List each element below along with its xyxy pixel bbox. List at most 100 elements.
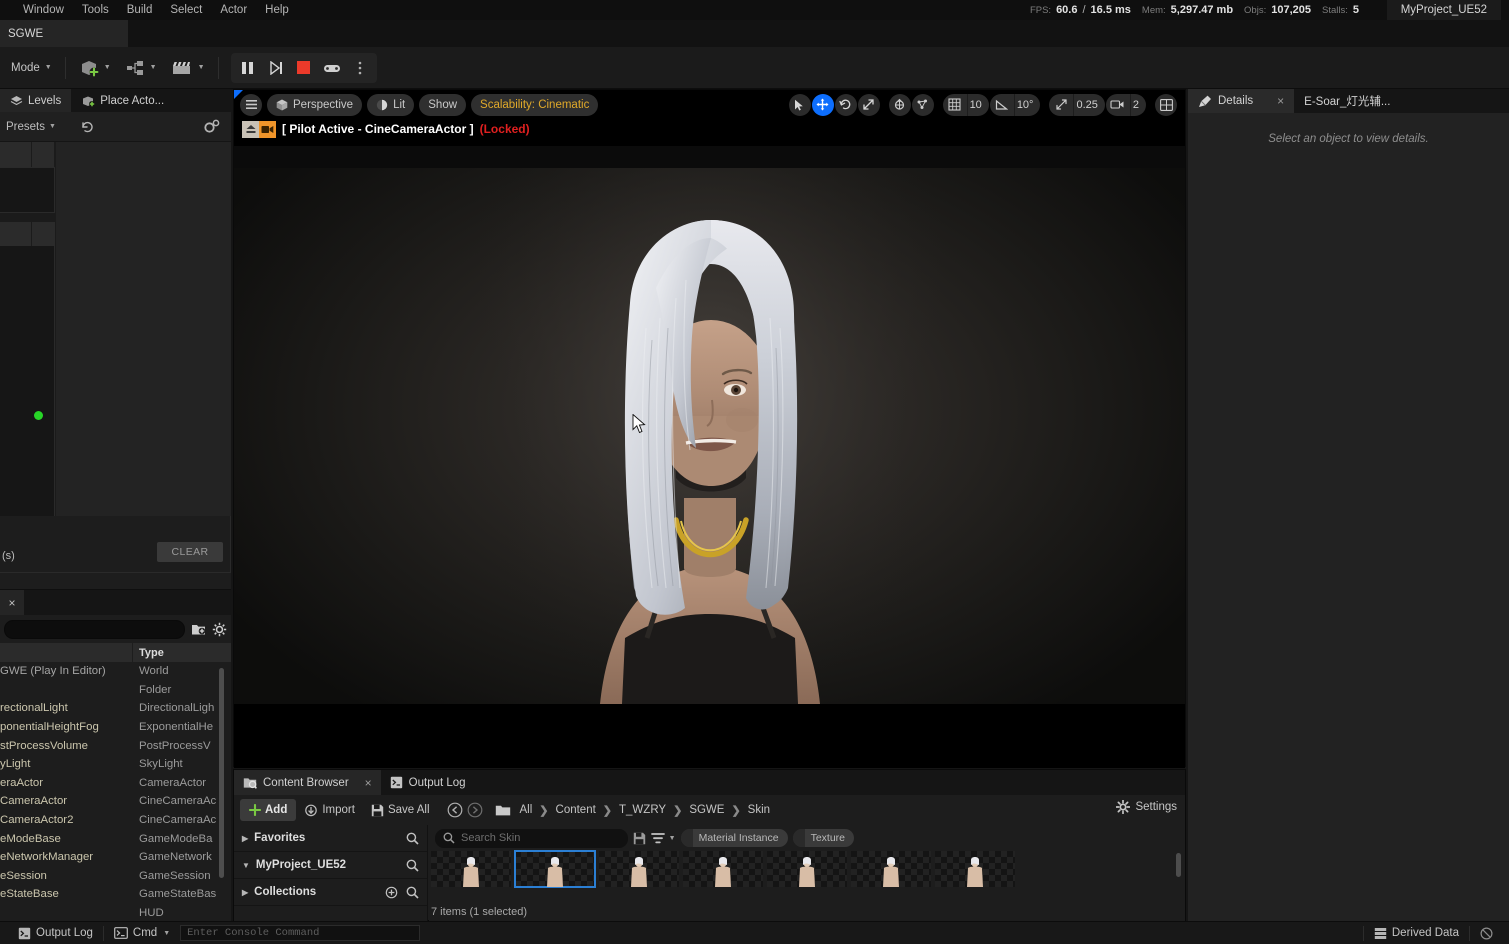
search-icon[interactable]: [406, 832, 419, 845]
asset-thumbnail[interactable]: [683, 851, 763, 887]
outliner-row[interactable]: CameraActor2 CineCameraAc: [0, 811, 231, 830]
outliner-row[interactable]: rectionalLight DirectionalLigh: [0, 699, 231, 718]
frame-step-button[interactable]: [262, 55, 290, 81]
blueprint-button[interactable]: ▼: [118, 54, 164, 82]
viewport-viewmode-button[interactable]: Lit: [367, 93, 415, 116]
asset-search-input[interactable]: Search Skin: [435, 828, 628, 848]
breadcrumb-t-wzry[interactable]: T_WZRY: [619, 804, 666, 816]
console-cmd-dropdown[interactable]: Cmd ▼: [104, 922, 180, 944]
outliner-row[interactable]: eStateBase GameStateBas: [0, 885, 231, 904]
outliner-row[interactable]: eSession GameSession: [0, 867, 231, 886]
asset-thumbnail[interactable]: [767, 851, 847, 887]
search-icon[interactable]: [406, 886, 419, 899]
asset-thumbnail[interactable]: [431, 851, 511, 887]
tab-details[interactable]: Details ×: [1188, 89, 1295, 113]
menu-help[interactable]: Help: [256, 0, 298, 20]
left-panel-settings-button[interactable]: [203, 119, 221, 135]
filter-icon[interactable]: ▼: [650, 832, 676, 845]
outliner-row[interactable]: Folder: [0, 681, 231, 700]
outliner-tab[interactable]: ×: [0, 590, 24, 615]
import-button[interactable]: Import: [298, 799, 362, 821]
close-icon[interactable]: ×: [365, 776, 372, 790]
menu-window[interactable]: Window: [14, 0, 73, 20]
derived-data-button[interactable]: Derived Data: [1364, 922, 1469, 944]
project-tab[interactable]: MyProject_UE52: [1386, 0, 1501, 20]
tab-content-browser[interactable]: Content Browser ×: [234, 770, 381, 795]
new-folder-icon[interactable]: [191, 622, 206, 636]
status-output-log-button[interactable]: Output Log: [8, 922, 103, 944]
folder-icon[interactable]: [495, 804, 511, 817]
level-viewport[interactable]: Perspective Lit Show Scalability: Cinema…: [233, 89, 1186, 768]
tab-place-actors[interactable]: Place Acto...: [71, 89, 174, 112]
breadcrumb-sgwe[interactable]: SGWE: [689, 804, 724, 816]
scale-snap-control[interactable]: 0.25: [1049, 93, 1105, 116]
outliner-row[interactable]: stProcessVolume PostProcessV: [0, 736, 231, 755]
outliner-settings-icon[interactable]: [212, 622, 227, 637]
outliner-row[interactable]: eModeBase GameModeBa: [0, 829, 231, 848]
asset-thumbnail[interactable]: [851, 851, 931, 887]
camera-speed-control[interactable]: 2: [1105, 93, 1146, 116]
menu-tools[interactable]: Tools: [73, 0, 118, 20]
outliner-scrollbar[interactable]: [219, 668, 224, 878]
filter-chip-material-instance[interactable]: Material Instance: [680, 829, 788, 847]
viewport-options-menu-icon[interactable]: [240, 93, 262, 116]
sources-item-myproject[interactable]: ▼ MyProject_UE52: [234, 852, 427, 879]
add-button[interactable]: Add: [240, 799, 297, 821]
eject-possess-button[interactable]: [318, 55, 346, 81]
breadcrumb-content[interactable]: Content: [556, 804, 596, 816]
cinematics-button[interactable]: ▼: [164, 54, 212, 82]
reset-button[interactable]: [80, 120, 95, 134]
outliner-row[interactable]: ponentialHeightFog ExponentialHe: [0, 718, 231, 737]
tab-output-log[interactable]: Output Log: [381, 770, 475, 795]
level-tab-sgwe[interactable]: SGWE: [0, 20, 128, 47]
eject-pilot-icon[interactable]: [242, 120, 259, 138]
menu-build[interactable]: Build: [118, 0, 162, 20]
pause-button[interactable]: [234, 55, 262, 81]
angle-snap-control[interactable]: 10°: [989, 93, 1041, 116]
rotate-tool-icon[interactable]: [834, 93, 857, 116]
add-actor-button[interactable]: ▼: [72, 54, 118, 82]
asset-thumbnail[interactable]: [514, 850, 596, 888]
world-coordinate-icon[interactable]: [888, 93, 911, 116]
asset-thumbnail[interactable]: [599, 851, 679, 887]
stop-button[interactable]: [290, 55, 318, 81]
viewport-scalability-button[interactable]: Scalability: Cinematic: [471, 93, 599, 116]
outliner-search-input[interactable]: [4, 619, 185, 639]
save-all-button[interactable]: Save All: [364, 799, 437, 821]
clear-button[interactable]: CLEAR: [157, 542, 223, 562]
outliner-row[interactable]: eraActor CameraActor: [0, 774, 231, 793]
grid-snap-control[interactable]: 10: [942, 93, 989, 116]
select-tool-icon[interactable]: [788, 93, 811, 116]
viewport-show-button[interactable]: Show: [419, 93, 467, 116]
outliner-col-name[interactable]: [0, 643, 133, 662]
presets-dropdown[interactable]: Presets ▼: [6, 121, 56, 133]
save-search-icon[interactable]: [633, 832, 646, 845]
sources-item-collections[interactable]: ▶ Collections: [234, 879, 427, 906]
outliner-row[interactable]: eNetworkManager GameNetwork: [0, 848, 231, 867]
surface-snap-icon[interactable]: [911, 93, 934, 116]
asset-thumbnail[interactable]: [935, 851, 1015, 887]
outliner-row[interactable]: yLight SkyLight: [0, 755, 231, 774]
search-icon[interactable]: [406, 859, 419, 872]
asset-grid-scrollbar[interactable]: [1176, 853, 1181, 877]
outliner-row[interactable]: HUD: [0, 904, 231, 923]
breadcrumb-skin[interactable]: Skin: [748, 804, 770, 816]
filter-chip-texture[interactable]: Texture: [792, 829, 854, 847]
move-tool-icon[interactable]: [811, 93, 834, 116]
scale-tool-icon[interactable]: [857, 93, 880, 116]
viewport-render-surface[interactable]: [234, 146, 1185, 768]
sources-item-favorites[interactable]: ▶ Favorites: [234, 825, 427, 852]
close-icon[interactable]: ×: [8, 596, 15, 610]
tab-e-soar[interactable]: E-Soar_灯光辅...: [1294, 89, 1400, 113]
tab-levels[interactable]: Levels: [0, 89, 72, 112]
mode-dropdown[interactable]: Mode ▼: [4, 54, 59, 82]
console-command-input[interactable]: Enter Console Command: [180, 925, 421, 941]
nav-forward-button[interactable]: [467, 802, 483, 818]
outliner-row[interactable]: CameraActor CineCameraAc: [0, 792, 231, 811]
menu-actor[interactable]: Actor: [211, 0, 256, 20]
play-options-button[interactable]: [346, 55, 374, 81]
outliner-col-type[interactable]: Type: [133, 647, 164, 659]
status-misc-icon-button[interactable]: [1470, 922, 1503, 944]
add-collection-icon[interactable]: [385, 886, 398, 899]
nav-back-button[interactable]: [447, 802, 463, 818]
